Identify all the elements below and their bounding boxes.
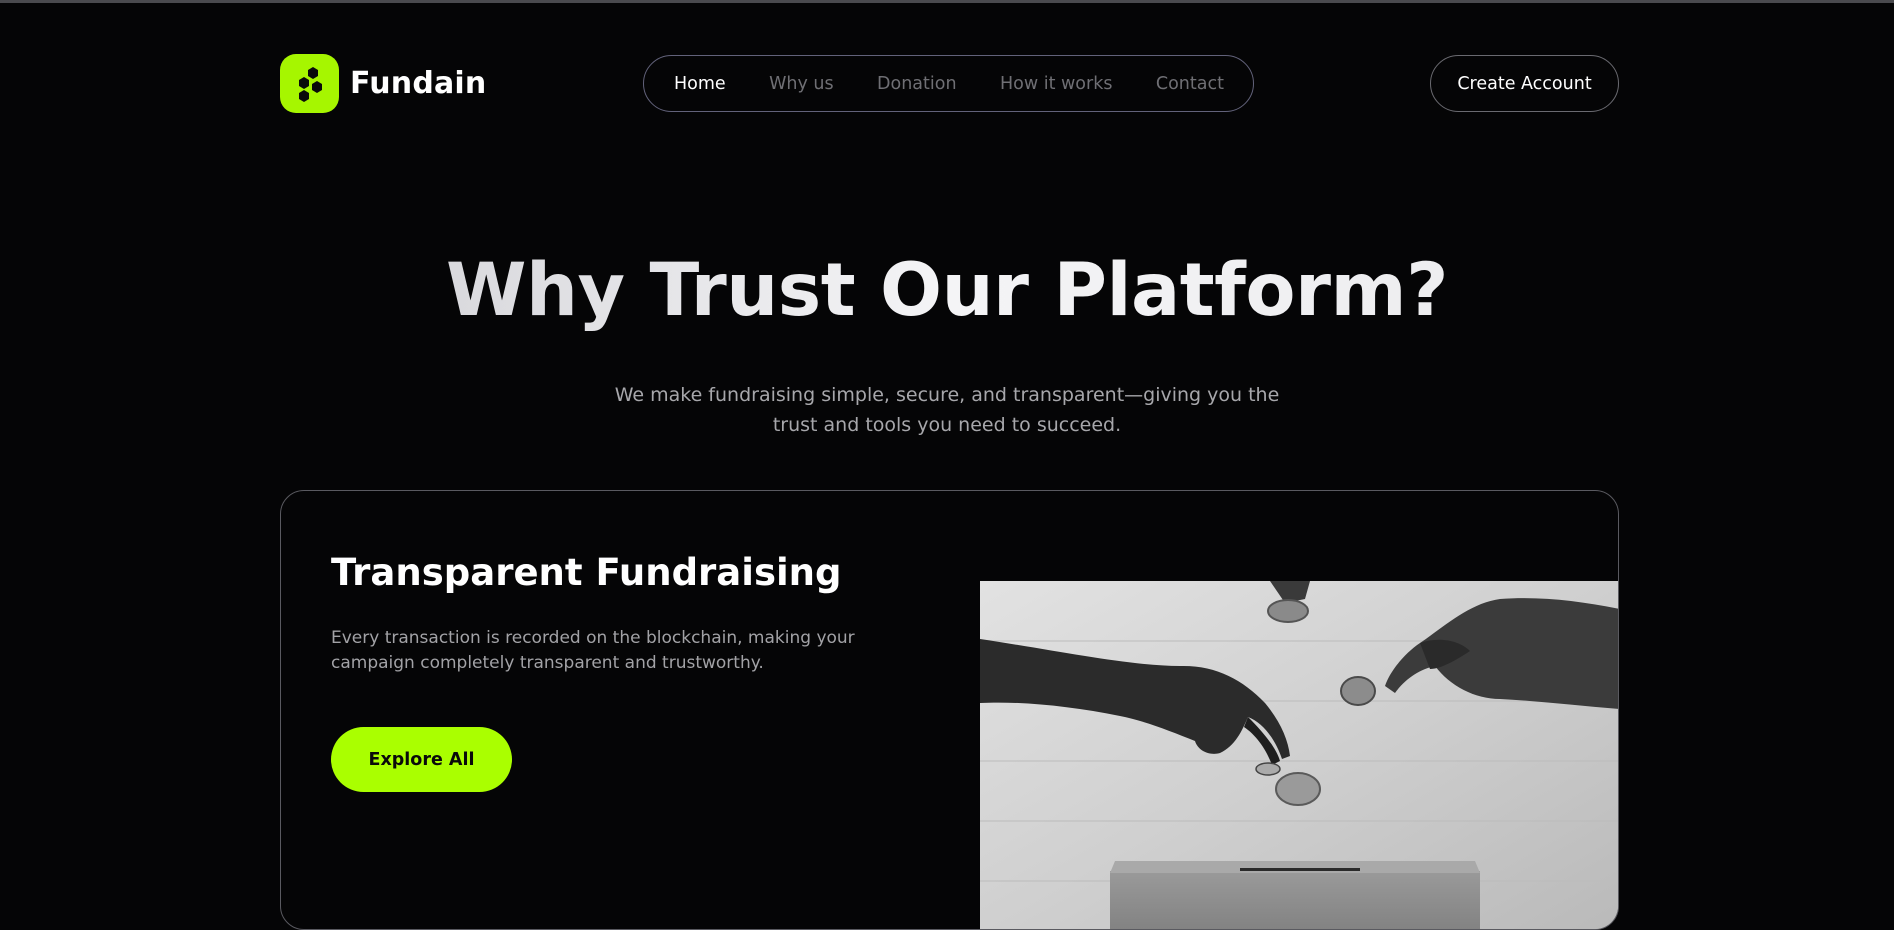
browser-top-border (0, 0, 1894, 3)
hero-title: Why Trust Our Platform? (0, 246, 1894, 336)
donation-photo (980, 581, 1618, 929)
feature-card-title: Transparent Fundraising (331, 551, 842, 594)
nav-item-contact[interactable]: Contact (1156, 74, 1224, 94)
nav-item-how-it-works[interactable]: How it works (1000, 74, 1113, 94)
feature-card-description: Every transaction is recorded on the blo… (331, 628, 855, 673)
nav-item-home[interactable]: Home (674, 74, 726, 94)
nav-item-donation[interactable]: Donation (877, 74, 957, 94)
create-account-button[interactable]: Create Account (1430, 55, 1619, 112)
brand-name: Fundain (350, 66, 487, 101)
nav-item-why-us[interactable]: Why us (769, 74, 834, 94)
feature-card: Transparent Fundraising Every transactio… (280, 490, 1619, 930)
explore-all-button[interactable]: Explore All (331, 727, 512, 792)
main-nav: Home Why us Donation How it works Contac… (643, 55, 1254, 112)
brand-logo[interactable]: Fundain (280, 54, 486, 113)
hero-subtitle: We make fundraising simple, secure, and … (614, 384, 1280, 436)
hexagon-cluster-icon (280, 54, 339, 113)
